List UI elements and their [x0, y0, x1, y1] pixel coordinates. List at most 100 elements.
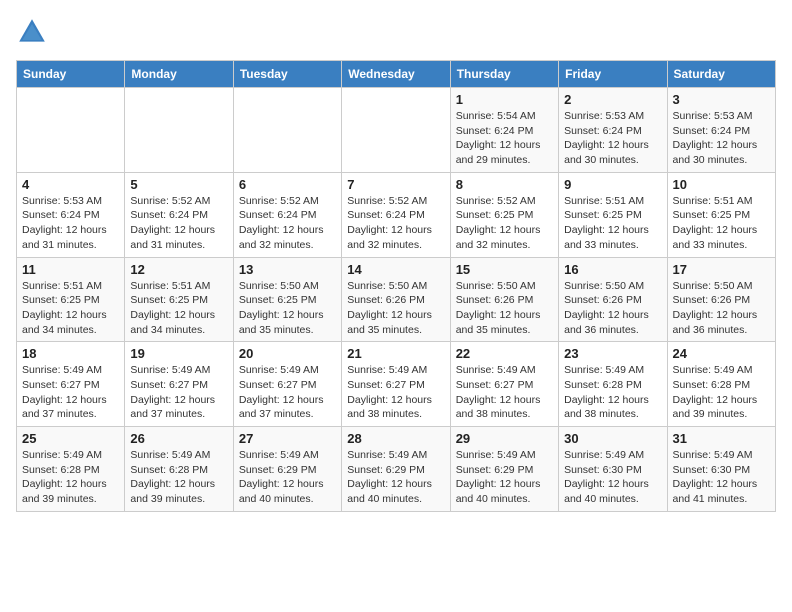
- day-info: Sunrise: 5:49 AM Sunset: 6:28 PM Dayligh…: [564, 363, 661, 422]
- day-cell: 8 Sunrise: 5:52 AM Sunset: 6:25 PM Daylig…: [450, 172, 558, 257]
- day-number: 1: [456, 92, 553, 107]
- day-cell: 16 Sunrise: 5:50 AM Sunset: 6:26 PM Dayli…: [559, 257, 667, 342]
- header-wednesday: Wednesday: [342, 61, 450, 88]
- day-number: 29: [456, 431, 553, 446]
- day-info: Sunrise: 5:49 AM Sunset: 6:28 PM Dayligh…: [130, 448, 227, 507]
- day-info: Sunrise: 5:53 AM Sunset: 6:24 PM Dayligh…: [673, 109, 770, 168]
- day-info: Sunrise: 5:51 AM Sunset: 6:25 PM Dayligh…: [673, 194, 770, 253]
- day-info: Sunrise: 5:49 AM Sunset: 6:27 PM Dayligh…: [239, 363, 336, 422]
- header-friday: Friday: [559, 61, 667, 88]
- day-info: Sunrise: 5:49 AM Sunset: 6:28 PM Dayligh…: [22, 448, 119, 507]
- day-info: Sunrise: 5:49 AM Sunset: 6:27 PM Dayligh…: [347, 363, 444, 422]
- day-number: 23: [564, 346, 661, 361]
- calendar-header-row: SundayMondayTuesdayWednesdayThursdayFrid…: [17, 61, 776, 88]
- day-info: Sunrise: 5:50 AM Sunset: 6:26 PM Dayligh…: [673, 279, 770, 338]
- day-number: 6: [239, 177, 336, 192]
- day-cell: 14 Sunrise: 5:50 AM Sunset: 6:26 PM Dayli…: [342, 257, 450, 342]
- day-info: Sunrise: 5:49 AM Sunset: 6:30 PM Dayligh…: [564, 448, 661, 507]
- day-number: 9: [564, 177, 661, 192]
- day-info: Sunrise: 5:50 AM Sunset: 6:25 PM Dayligh…: [239, 279, 336, 338]
- day-info: Sunrise: 5:51 AM Sunset: 6:25 PM Dayligh…: [564, 194, 661, 253]
- day-cell: 23 Sunrise: 5:49 AM Sunset: 6:28 PM Dayli…: [559, 342, 667, 427]
- day-info: Sunrise: 5:51 AM Sunset: 6:25 PM Dayligh…: [130, 279, 227, 338]
- day-cell: 29 Sunrise: 5:49 AM Sunset: 6:29 PM Dayli…: [450, 427, 558, 512]
- day-info: Sunrise: 5:53 AM Sunset: 6:24 PM Dayligh…: [22, 194, 119, 253]
- header-sunday: Sunday: [17, 61, 125, 88]
- day-number: 30: [564, 431, 661, 446]
- header-monday: Monday: [125, 61, 233, 88]
- day-cell: 13 Sunrise: 5:50 AM Sunset: 6:25 PM Dayli…: [233, 257, 341, 342]
- day-number: 19: [130, 346, 227, 361]
- day-cell: [342, 88, 450, 173]
- day-info: Sunrise: 5:50 AM Sunset: 6:26 PM Dayligh…: [564, 279, 661, 338]
- week-row-1: 1 Sunrise: 5:54 AM Sunset: 6:24 PM Daylig…: [17, 88, 776, 173]
- day-number: 17: [673, 262, 770, 277]
- week-row-5: 25 Sunrise: 5:49 AM Sunset: 6:28 PM Dayli…: [17, 427, 776, 512]
- day-info: Sunrise: 5:49 AM Sunset: 6:27 PM Dayligh…: [22, 363, 119, 422]
- day-info: Sunrise: 5:49 AM Sunset: 6:27 PM Dayligh…: [130, 363, 227, 422]
- day-cell: 12 Sunrise: 5:51 AM Sunset: 6:25 PM Dayli…: [125, 257, 233, 342]
- day-number: 5: [130, 177, 227, 192]
- day-info: Sunrise: 5:49 AM Sunset: 6:27 PM Dayligh…: [456, 363, 553, 422]
- day-cell: 21Sunrise: 5:49 AM Sunset: 6:27 PM Dayli…: [342, 342, 450, 427]
- day-cell: 27 Sunrise: 5:49 AM Sunset: 6:29 PM Dayli…: [233, 427, 341, 512]
- day-info: Sunrise: 5:52 AM Sunset: 6:24 PM Dayligh…: [130, 194, 227, 253]
- day-info: Sunrise: 5:52 AM Sunset: 6:24 PM Dayligh…: [347, 194, 444, 253]
- day-number: 27: [239, 431, 336, 446]
- day-number: 11: [22, 262, 119, 277]
- day-number: 22: [456, 346, 553, 361]
- day-cell: 20 Sunrise: 5:49 AM Sunset: 6:27 PM Dayli…: [233, 342, 341, 427]
- logo-icon: [16, 16, 48, 48]
- page-header: [16, 16, 776, 48]
- day-cell: 3 Sunrise: 5:53 AM Sunset: 6:24 PM Daylig…: [667, 88, 775, 173]
- day-number: 10: [673, 177, 770, 192]
- day-cell: 7Sunrise: 5:52 AM Sunset: 6:24 PM Daylig…: [342, 172, 450, 257]
- day-cell: 2 Sunrise: 5:53 AM Sunset: 6:24 PM Daylig…: [559, 88, 667, 173]
- day-number: 3: [673, 92, 770, 107]
- day-number: 18: [22, 346, 119, 361]
- day-cell: 19 Sunrise: 5:49 AM Sunset: 6:27 PM Dayli…: [125, 342, 233, 427]
- day-cell: [125, 88, 233, 173]
- header-thursday: Thursday: [450, 61, 558, 88]
- day-info: Sunrise: 5:49 AM Sunset: 6:30 PM Dayligh…: [673, 448, 770, 507]
- week-row-2: 4Sunrise: 5:53 AM Sunset: 6:24 PM Daylig…: [17, 172, 776, 257]
- day-number: 31: [673, 431, 770, 446]
- day-cell: 26Sunrise: 5:49 AM Sunset: 6:28 PM Dayli…: [125, 427, 233, 512]
- calendar-table: SundayMondayTuesdayWednesdayThursdayFrid…: [16, 60, 776, 512]
- day-info: Sunrise: 5:54 AM Sunset: 6:24 PM Dayligh…: [456, 109, 553, 168]
- day-number: 25: [22, 431, 119, 446]
- day-number: 24: [673, 346, 770, 361]
- day-cell: 30 Sunrise: 5:49 AM Sunset: 6:30 PM Dayli…: [559, 427, 667, 512]
- day-cell: [17, 88, 125, 173]
- day-number: 16: [564, 262, 661, 277]
- day-number: 8: [456, 177, 553, 192]
- day-cell: 5 Sunrise: 5:52 AM Sunset: 6:24 PM Daylig…: [125, 172, 233, 257]
- day-cell: 18 Sunrise: 5:49 AM Sunset: 6:27 PM Dayli…: [17, 342, 125, 427]
- day-info: Sunrise: 5:50 AM Sunset: 6:26 PM Dayligh…: [347, 279, 444, 338]
- day-info: Sunrise: 5:49 AM Sunset: 6:29 PM Dayligh…: [239, 448, 336, 507]
- header-saturday: Saturday: [667, 61, 775, 88]
- day-cell: 24Sunrise: 5:49 AM Sunset: 6:28 PM Dayli…: [667, 342, 775, 427]
- header-tuesday: Tuesday: [233, 61, 341, 88]
- day-info: Sunrise: 5:53 AM Sunset: 6:24 PM Dayligh…: [564, 109, 661, 168]
- day-number: 28: [347, 431, 444, 446]
- day-cell: 9 Sunrise: 5:51 AM Sunset: 6:25 PM Daylig…: [559, 172, 667, 257]
- day-number: 20: [239, 346, 336, 361]
- day-info: Sunrise: 5:52 AM Sunset: 6:25 PM Dayligh…: [456, 194, 553, 253]
- day-number: 13: [239, 262, 336, 277]
- day-cell: 15 Sunrise: 5:50 AM Sunset: 6:26 PM Dayli…: [450, 257, 558, 342]
- day-number: 12: [130, 262, 227, 277]
- day-info: Sunrise: 5:52 AM Sunset: 6:24 PM Dayligh…: [239, 194, 336, 253]
- day-cell: 11Sunrise: 5:51 AM Sunset: 6:25 PM Dayli…: [17, 257, 125, 342]
- day-info: Sunrise: 5:49 AM Sunset: 6:29 PM Dayligh…: [456, 448, 553, 507]
- day-number: 14: [347, 262, 444, 277]
- day-cell: 31 Sunrise: 5:49 AM Sunset: 6:30 PM Dayli…: [667, 427, 775, 512]
- day-cell: 28 Sunrise: 5:49 AM Sunset: 6:29 PM Dayli…: [342, 427, 450, 512]
- day-info: Sunrise: 5:50 AM Sunset: 6:26 PM Dayligh…: [456, 279, 553, 338]
- day-info: Sunrise: 5:49 AM Sunset: 6:29 PM Dayligh…: [347, 448, 444, 507]
- day-cell: 10 Sunrise: 5:51 AM Sunset: 6:25 PM Dayli…: [667, 172, 775, 257]
- day-number: 2: [564, 92, 661, 107]
- day-cell: 25 Sunrise: 5:49 AM Sunset: 6:28 PM Dayli…: [17, 427, 125, 512]
- day-number: 15: [456, 262, 553, 277]
- week-row-3: 11 Sunrise: 5:51 AM Sunset: 6:25 PM Dayli…: [17, 257, 776, 342]
